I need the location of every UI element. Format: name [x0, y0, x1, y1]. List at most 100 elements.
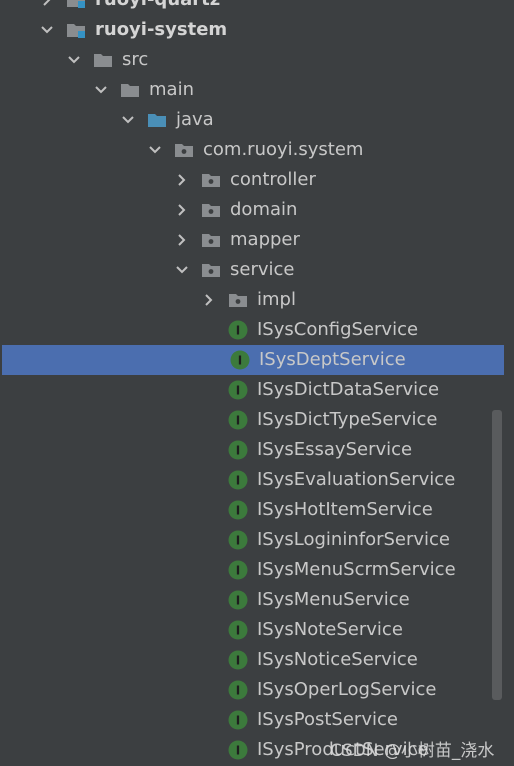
- tree-node-com-ruoyi-system[interactable]: com.ruoyi.system: [0, 135, 514, 165]
- tree-node-isysdictdataservice[interactable]: I ISysDictDataService: [0, 375, 514, 405]
- tree-node-label: impl: [257, 289, 296, 310]
- tree-node-main[interactable]: main: [0, 75, 514, 105]
- svg-text:I: I: [236, 594, 240, 608]
- svg-text:I: I: [236, 384, 240, 398]
- tree-node-label: ISysDeptService: [259, 349, 406, 370]
- chevron-right-icon[interactable]: [202, 285, 218, 315]
- svg-text:I: I: [236, 654, 240, 668]
- tree-node-label: ISysDictTypeService: [257, 409, 438, 430]
- interface-icon: I: [228, 740, 248, 760]
- tree-node-impl[interactable]: impl: [0, 285, 514, 315]
- tree-node-label: ISysLogininforService: [257, 529, 451, 550]
- interface-icon: I: [228, 560, 248, 580]
- package-icon: [201, 260, 221, 280]
- tree-node-isyshotitemservice[interactable]: I ISysHotItemService: [0, 495, 514, 525]
- tree-node-label: ruoyi-quartz: [95, 0, 220, 15]
- tree-node-label: ISysNoticeService: [257, 649, 418, 670]
- module-folder-icon: [66, 20, 86, 40]
- svg-text:I: I: [236, 324, 240, 338]
- folder-icon: [120, 80, 140, 100]
- tree-node-label: domain: [230, 199, 298, 220]
- tree-node-isyspostservice[interactable]: I ISysPostService: [0, 705, 514, 735]
- package-icon: [201, 200, 221, 220]
- svg-text:I: I: [236, 534, 240, 548]
- tree-node-isysdicttypeservice[interactable]: I ISysDictTypeService: [0, 405, 514, 435]
- tree-node-label: ISysNoteService: [257, 619, 403, 640]
- tree-node-src[interactable]: src: [0, 45, 514, 75]
- chevron-right-icon[interactable]: [175, 195, 191, 225]
- tree-node-label: ISysConfigService: [257, 319, 419, 340]
- package-icon: [201, 230, 221, 250]
- tree-node-isysmenuscrmservice[interactable]: I ISysMenuScrmService: [0, 555, 514, 585]
- package-icon: [201, 170, 221, 190]
- svg-text:I: I: [238, 354, 242, 368]
- chevron-down-icon[interactable]: [94, 75, 110, 105]
- project-tree: ruoyi-quartz ruoyi-system srcmain java com.r…: [0, 0, 514, 766]
- tree-node-isysevaluationservice[interactable]: I ISysEvaluationService: [0, 465, 514, 495]
- tree-node-mapper[interactable]: mapper: [0, 225, 514, 255]
- tree-node-label: com.ruoyi.system: [203, 139, 364, 160]
- interface-icon: I: [228, 440, 248, 460]
- package-icon: [174, 140, 194, 160]
- tree-node-label: service: [230, 259, 295, 280]
- tree-node-label: controller: [230, 169, 316, 190]
- chevron-down-icon[interactable]: [175, 255, 191, 285]
- tree-node-isysnoteservice[interactable]: I ISysNoteService: [0, 615, 514, 645]
- chevron-down-icon[interactable]: [121, 105, 137, 135]
- interface-icon: I: [228, 620, 248, 640]
- tree-node-isysessayservice[interactable]: I ISysEssayService: [0, 435, 514, 465]
- svg-text:I: I: [236, 504, 240, 518]
- interface-icon: I: [228, 410, 248, 430]
- tree-node-isysmenuservice[interactable]: I ISysMenuService: [0, 585, 514, 615]
- tree-node-controller[interactable]: controller: [0, 165, 514, 195]
- tree-node-isyslogininforservice[interactable]: I ISysLogininforService: [0, 525, 514, 555]
- tree-node-domain[interactable]: domain: [0, 195, 514, 225]
- interface-icon: I: [230, 350, 250, 370]
- package-icon: [228, 290, 248, 310]
- svg-text:I: I: [236, 564, 240, 578]
- tree-node-label: ISysMenuService: [257, 589, 410, 610]
- interface-icon: I: [228, 680, 248, 700]
- tree-node-isysoperlogservice[interactable]: I ISysOperLogService: [0, 675, 514, 705]
- folder-icon: [93, 50, 113, 70]
- tree-node-ruoyi-system[interactable]: ruoyi-system: [0, 15, 514, 45]
- tree-node-isysdeptservice[interactable]: I ISysDeptService: [2, 345, 504, 375]
- chevron-right-icon[interactable]: [175, 225, 191, 255]
- tree-node-label: ruoyi-system: [95, 19, 228, 40]
- svg-text:I: I: [236, 624, 240, 638]
- interface-icon: I: [228, 710, 248, 730]
- watermark: CSDN @小树苗_浇水: [330, 741, 495, 761]
- svg-text:I: I: [236, 744, 240, 758]
- interface-icon: I: [228, 590, 248, 610]
- interface-icon: I: [228, 320, 248, 340]
- tree-node-label: ISysEssayService: [257, 439, 413, 460]
- tree-node-isysconfigservice[interactable]: I ISysConfigService: [0, 315, 514, 345]
- chevron-down-icon[interactable]: [148, 135, 164, 165]
- tree-node-label: ISysOperLogService: [257, 679, 437, 700]
- tree-node-label: ISysMenuScrmService: [257, 559, 456, 580]
- tree-node-label: ISysHotItemService: [257, 499, 433, 520]
- tree-node-label: mapper: [230, 229, 300, 250]
- source-folder-icon: [147, 110, 167, 130]
- chevron-down-icon[interactable]: [67, 45, 83, 75]
- tree-node-label: src: [122, 49, 149, 70]
- chevron-right-icon[interactable]: [40, 0, 56, 15]
- tree-node-isysnoticeservice[interactable]: I ISysNoticeService: [0, 645, 514, 675]
- vertical-scrollbar[interactable]: [492, 410, 502, 700]
- tree-node-label: java: [176, 109, 214, 130]
- tree-node-label: ISysEvaluationService: [257, 469, 456, 490]
- interface-icon: I: [228, 530, 248, 550]
- tree-node-label: ISysDictDataService: [257, 379, 440, 400]
- interface-icon: I: [228, 470, 248, 490]
- svg-text:I: I: [236, 444, 240, 458]
- tree-node-service[interactable]: service: [0, 255, 514, 285]
- svg-text:I: I: [236, 414, 240, 428]
- chevron-right-icon[interactable]: [175, 165, 191, 195]
- svg-text:I: I: [236, 714, 240, 728]
- chevron-down-icon[interactable]: [40, 15, 56, 45]
- module-folder-icon: [66, 0, 86, 10]
- tree-node-label: main: [149, 79, 194, 100]
- interface-icon: I: [228, 380, 248, 400]
- tree-node-ruoyi-quartz[interactable]: ruoyi-quartz: [0, 0, 514, 15]
- tree-node-java[interactable]: java: [0, 105, 514, 135]
